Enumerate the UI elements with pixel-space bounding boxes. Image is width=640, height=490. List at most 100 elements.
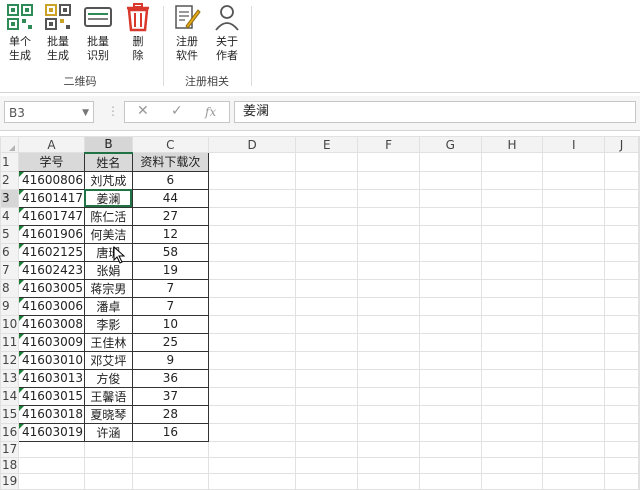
confirm-icon[interactable]: ✓: [171, 103, 183, 119]
cell[interactable]: 潘卓: [83, 296, 133, 316]
cell[interactable]: [638, 152, 640, 172]
cell[interactable]: [17, 440, 85, 458]
cell[interactable]: [480, 206, 544, 226]
cell[interactable]: 9: [131, 350, 209, 370]
drag-handle-icon[interactable]: ⋮: [107, 104, 119, 118]
cell[interactable]: [604, 314, 639, 334]
cell[interactable]: [480, 170, 544, 190]
cell[interactable]: [83, 456, 133, 474]
cell[interactable]: [480, 440, 544, 458]
cell[interactable]: [418, 188, 482, 208]
cell[interactable]: [357, 278, 420, 298]
cell[interactable]: [295, 456, 359, 474]
cell[interactable]: [638, 368, 640, 388]
cell[interactable]: [604, 404, 639, 424]
cell[interactable]: [638, 260, 640, 280]
column-header-h[interactable]: H: [480, 136, 544, 153]
cell[interactable]: [357, 472, 420, 490]
row-header[interactable]: 19: [0, 472, 19, 490]
cell[interactable]: [542, 170, 606, 190]
cell[interactable]: 资料下载次: [131, 152, 209, 172]
cell[interactable]: [207, 188, 297, 208]
cell[interactable]: [295, 350, 359, 370]
cell[interactable]: [418, 278, 482, 298]
cell[interactable]: 44: [131, 188, 209, 208]
batch-generate-button[interactable]: 批量 生成: [38, 2, 78, 72]
select-all-corner[interactable]: [0, 136, 19, 153]
cell[interactable]: [604, 456, 639, 474]
about-author-button[interactable]: 关于 作者: [207, 2, 247, 72]
cell[interactable]: [17, 472, 85, 490]
cancel-icon[interactable]: ✕: [137, 103, 149, 119]
cell[interactable]: [638, 440, 640, 458]
cell[interactable]: [295, 440, 359, 458]
batch-recognize-button[interactable]: 批量 识别: [78, 2, 118, 72]
cell[interactable]: [295, 152, 359, 172]
cell[interactable]: [542, 472, 606, 490]
insert-function-icon[interactable]: fx: [205, 105, 216, 119]
cell[interactable]: [131, 440, 209, 458]
cell[interactable]: [480, 260, 544, 280]
cell[interactable]: [604, 242, 639, 262]
cell[interactable]: [542, 314, 606, 334]
cell[interactable]: [638, 170, 640, 190]
cell[interactable]: [480, 188, 544, 208]
cell[interactable]: [418, 368, 482, 388]
cell[interactable]: 41603015: [17, 386, 85, 406]
cell[interactable]: [480, 296, 544, 316]
cell[interactable]: [295, 242, 359, 262]
cell[interactable]: [480, 332, 544, 352]
cell[interactable]: [207, 368, 297, 388]
cell[interactable]: [638, 314, 640, 334]
cell[interactable]: [295, 386, 359, 406]
cell[interactable]: [542, 188, 606, 208]
cell[interactable]: [604, 278, 639, 298]
cell[interactable]: 41603010: [17, 350, 85, 370]
column-header-b[interactable]: B: [83, 136, 133, 154]
cell[interactable]: 王佳林: [83, 332, 133, 352]
cell[interactable]: 41603005: [17, 278, 85, 298]
cell[interactable]: [357, 314, 420, 334]
cell[interactable]: [207, 314, 297, 334]
cell[interactable]: 李影: [83, 314, 133, 334]
cell[interactable]: [357, 260, 420, 280]
cell[interactable]: 27: [131, 206, 209, 226]
row-header[interactable]: 14: [0, 386, 19, 406]
row-header[interactable]: 7: [0, 260, 19, 280]
cell[interactable]: [604, 206, 639, 226]
cell[interactable]: [542, 386, 606, 406]
cell[interactable]: [357, 422, 420, 442]
cell[interactable]: 36: [131, 368, 209, 388]
cell[interactable]: 许涵: [83, 422, 133, 442]
cell[interactable]: [604, 350, 639, 370]
cell[interactable]: [295, 404, 359, 424]
cell[interactable]: [295, 206, 359, 226]
cell[interactable]: 7: [131, 278, 209, 298]
row-header[interactable]: 11: [0, 332, 19, 352]
cell[interactable]: [357, 296, 420, 316]
cell[interactable]: [480, 386, 544, 406]
cell[interactable]: [604, 170, 639, 190]
cell[interactable]: 41601417: [17, 188, 85, 208]
cell[interactable]: [207, 278, 297, 298]
cell[interactable]: [604, 368, 639, 388]
column-header-j[interactable]: J: [604, 136, 639, 153]
cell[interactable]: [480, 422, 544, 442]
cell[interactable]: [604, 440, 639, 458]
column-header-d[interactable]: D: [207, 136, 297, 153]
cell[interactable]: 16: [131, 422, 209, 442]
cell[interactable]: 41603013: [17, 368, 85, 388]
cell[interactable]: 7: [131, 296, 209, 316]
cell[interactable]: [207, 296, 297, 316]
cell[interactable]: [295, 188, 359, 208]
row-header[interactable]: 17: [0, 440, 19, 458]
cell[interactable]: [480, 368, 544, 388]
cell[interactable]: [638, 472, 640, 490]
cell[interactable]: 10: [131, 314, 209, 334]
column-header-e[interactable]: E: [295, 136, 359, 153]
cell[interactable]: 41601906: [17, 224, 85, 244]
cell[interactable]: [638, 296, 640, 316]
cell[interactable]: [357, 242, 420, 262]
cell[interactable]: 41600806: [17, 170, 85, 190]
cell[interactable]: [604, 472, 639, 490]
